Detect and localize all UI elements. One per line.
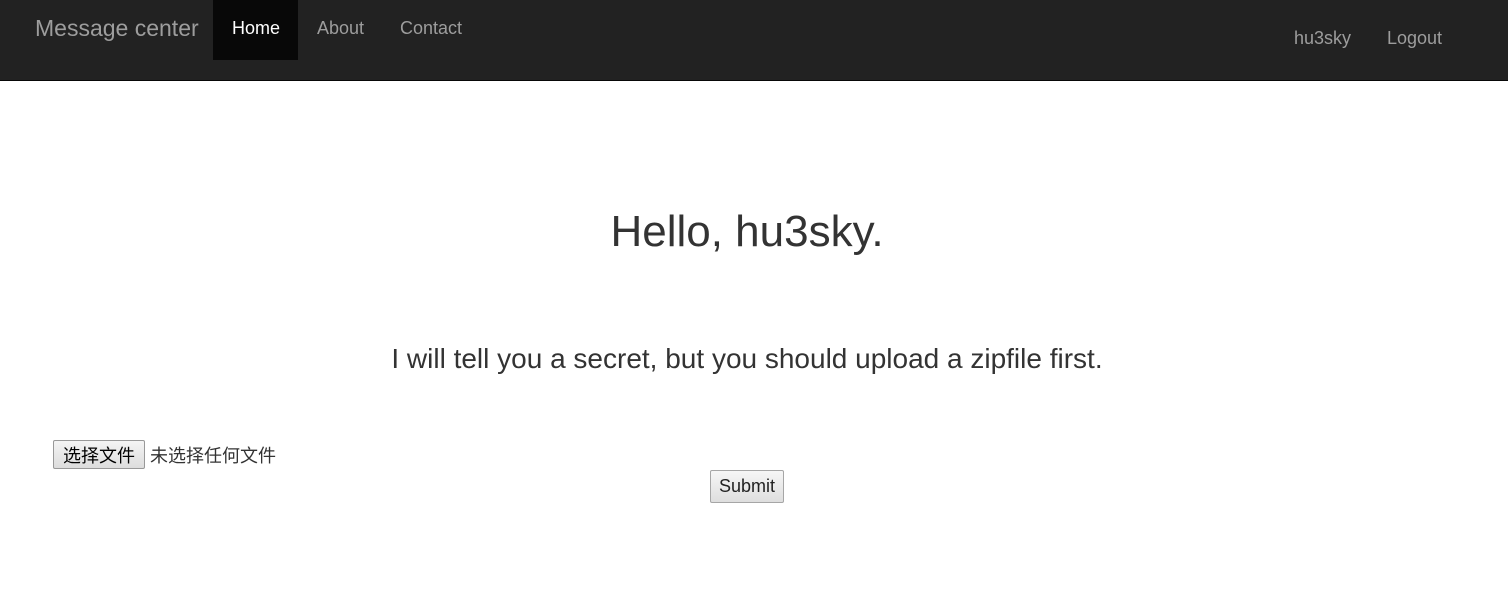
file-input[interactable]: 选择文件 未选择任何文件	[53, 440, 276, 469]
nav-username[interactable]: hu3sky	[1294, 0, 1351, 76]
nav-home[interactable]: Home	[213, 0, 298, 60]
greeting-heading: Hello, hu3sky.	[610, 207, 884, 256]
brand-link[interactable]: Message center	[35, 14, 199, 42]
nav-about[interactable]: About	[298, 0, 383, 60]
choose-file-button[interactable]: 选择文件	[53, 440, 145, 469]
logout-link[interactable]: Logout	[1387, 0, 1442, 76]
secret-message: I will tell you a secret, but you should…	[391, 343, 1103, 374]
top-navbar: Message center Home About Contact hu3sky…	[0, 0, 1508, 81]
submit-button[interactable]: Submit	[710, 470, 784, 503]
nav-contact[interactable]: Contact	[381, 0, 481, 60]
file-status-text: 未选择任何文件	[150, 445, 276, 467]
